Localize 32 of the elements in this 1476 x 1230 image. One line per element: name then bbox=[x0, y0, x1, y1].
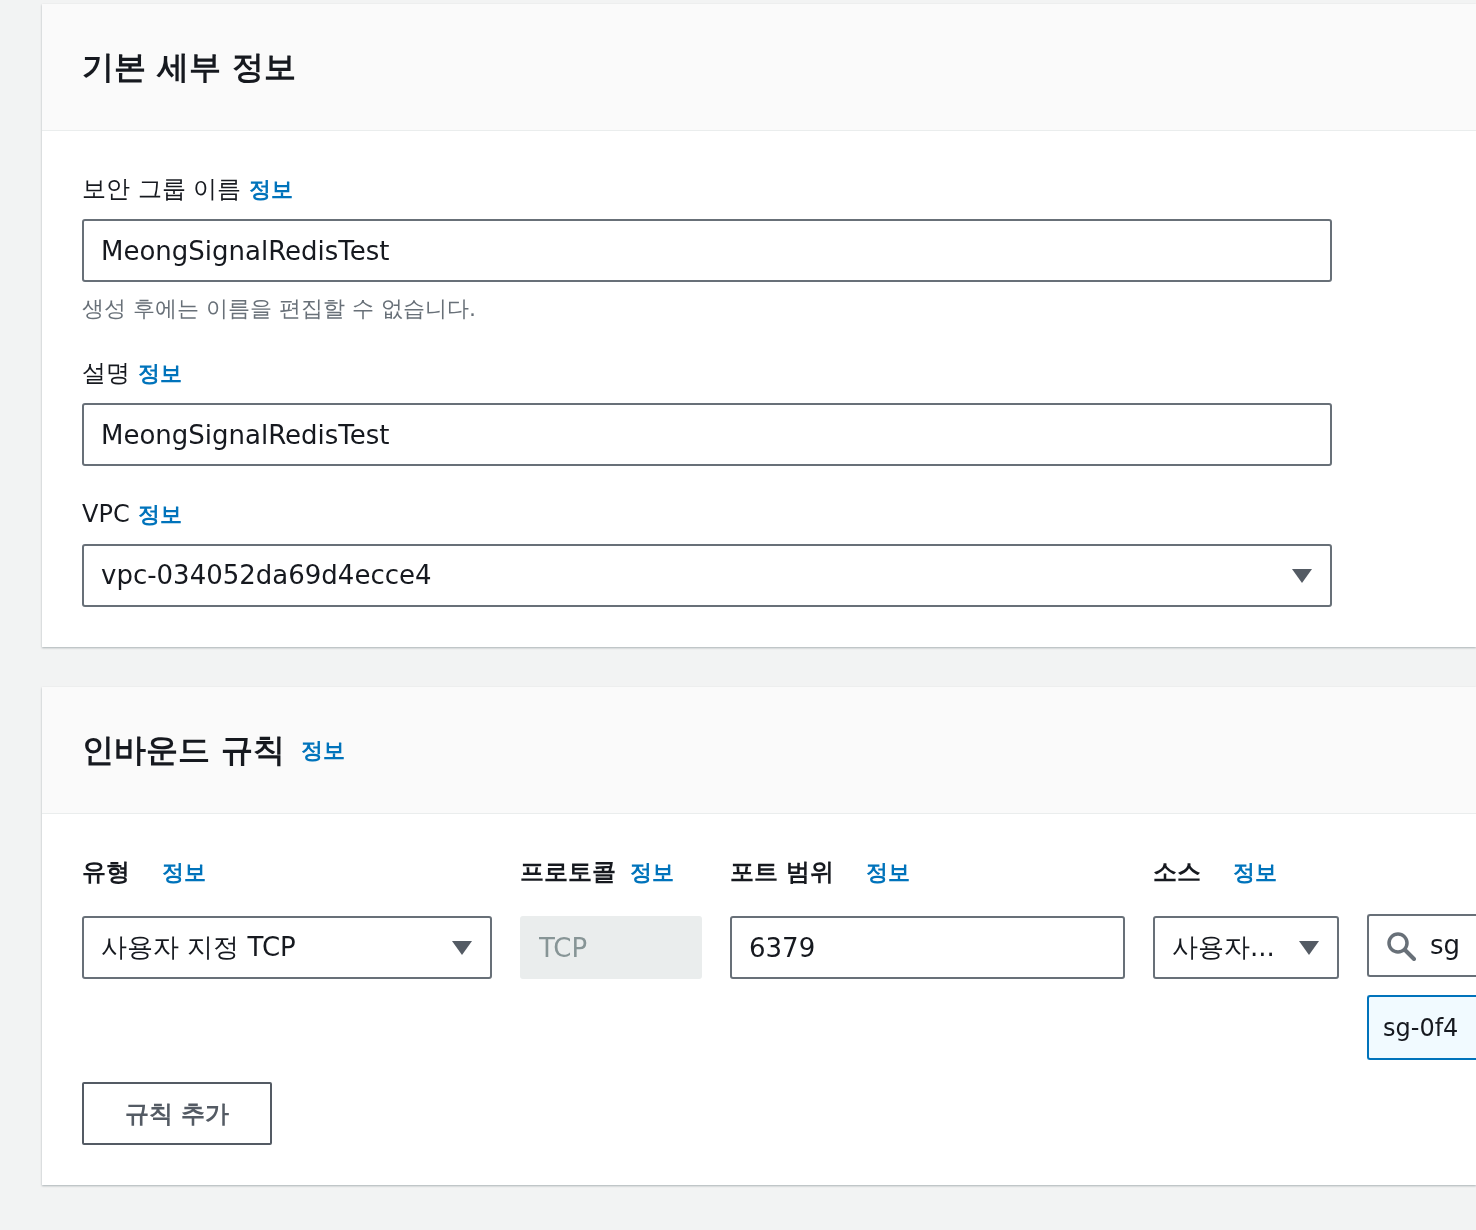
info-link[interactable]: 정보 bbox=[137, 498, 182, 531]
search-icon bbox=[1386, 930, 1416, 961]
info-link[interactable]: 정보 bbox=[630, 856, 674, 889]
column-header: 포트 범위 bbox=[730, 857, 835, 888]
hint-text: 생성 후에는 이름을 편집할 수 없습니다. bbox=[82, 295, 477, 323]
caret-icon bbox=[1291, 567, 1313, 584]
field-label: 보안 그룹 이름 bbox=[82, 174, 242, 205]
caret-icon bbox=[1298, 939, 1320, 956]
input-field[interactable]: 6379 bbox=[730, 916, 1125, 979]
info-link[interactable]: 정보 bbox=[162, 856, 206, 889]
section-title: 기본 세부 정보 bbox=[82, 47, 297, 87]
field-label: VPC bbox=[82, 499, 130, 530]
select-field[interactable]: vpc-034052da69d4ecce4 bbox=[82, 544, 1332, 607]
info-link[interactable]: 정보 bbox=[866, 856, 911, 889]
caret-icon bbox=[451, 939, 473, 956]
info-link[interactable]: 정보 bbox=[301, 733, 346, 767]
field-label: 설명 bbox=[82, 358, 130, 389]
input-field[interactable]: MeongSignalRedisTest bbox=[82, 219, 1332, 282]
input-field: TCP bbox=[520, 916, 702, 979]
column-header: 유형 bbox=[82, 857, 130, 888]
column-header: 소스 bbox=[1153, 857, 1201, 888]
info-link[interactable]: 정보 bbox=[138, 357, 182, 390]
select-field[interactable]: 사용자... bbox=[1153, 916, 1339, 979]
info-link[interactable]: 정보 bbox=[1233, 856, 1277, 889]
search-field[interactable]: sg bbox=[1367, 914, 1476, 977]
column-header: 프로토콜 bbox=[520, 857, 616, 888]
input-field[interactable]: MeongSignalRedisTest bbox=[82, 403, 1332, 466]
select-field[interactable]: 사용자 지정 TCP bbox=[82, 916, 492, 979]
add-rule-button[interactable]: 규칙 추가 bbox=[82, 1082, 272, 1145]
info-link[interactable]: 정보 bbox=[249, 173, 294, 206]
section-title: 인바운드 규칙 bbox=[82, 730, 286, 770]
selected-source-token[interactable]: sg-0f4 bbox=[1367, 995, 1476, 1060]
